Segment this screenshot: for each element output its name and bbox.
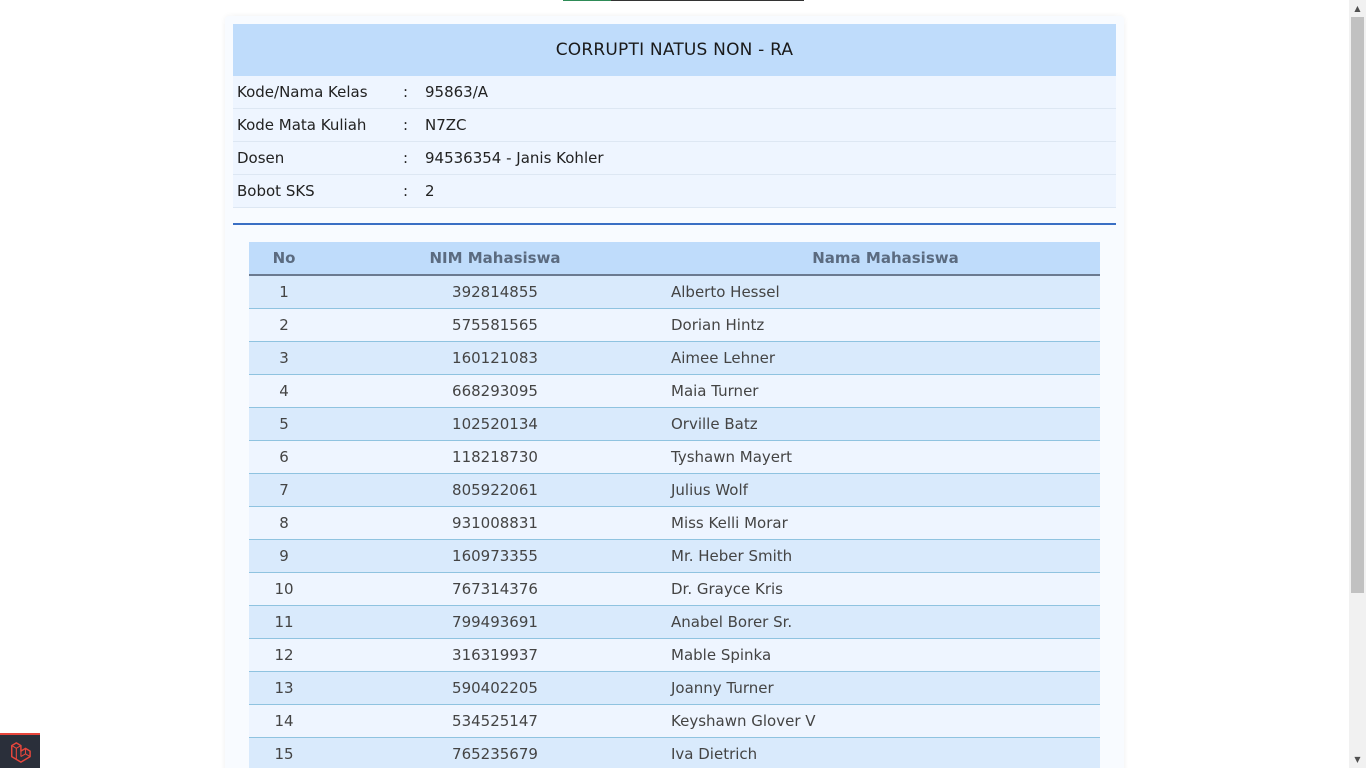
cell-name: Dr. Grayce Kris bbox=[671, 572, 1100, 606]
info-label: Bobot SKS bbox=[237, 182, 315, 200]
cell-no: 11 bbox=[249, 605, 319, 639]
column-header-nim: NIM Mahasiswa bbox=[319, 242, 671, 276]
cell-nim: 160121083 bbox=[319, 341, 671, 375]
table-row: 7 805922061 Julius Wolf bbox=[249, 473, 1100, 507]
table-row: 10 767314376 Dr. Grayce Kris bbox=[249, 572, 1100, 606]
cell-name: Anabel Borer Sr. bbox=[671, 605, 1100, 639]
cell-no: 6 bbox=[249, 440, 319, 474]
cell-nim: 575581565 bbox=[319, 308, 671, 342]
cell-name: Miss Kelli Morar bbox=[671, 506, 1100, 540]
info-row-class-code: Kode/Nama Kelas : 95863/A bbox=[233, 76, 1116, 109]
cell-name: Aimee Lehner bbox=[671, 341, 1100, 375]
table-row: 5 102520134 Orville Batz bbox=[249, 407, 1100, 441]
info-row-lecturer: Dosen : 94536354 - Janis Kohler bbox=[233, 142, 1116, 175]
debugbar-toggle-button[interactable] bbox=[0, 733, 40, 768]
class-info: Kode/Nama Kelas : 95863/A Kode Mata Kuli… bbox=[233, 76, 1116, 208]
vertical-scrollbar[interactable]: ▲ ▼ bbox=[1349, 0, 1366, 768]
student-table-body: 1 392814855 Alberto Hessel 2 575581565 Dorian… bbox=[249, 275, 1100, 768]
info-separator: : bbox=[403, 149, 409, 167]
cell-nim: 392814855 bbox=[319, 275, 671, 309]
info-separator: : bbox=[403, 83, 409, 101]
info-value: 95863/A bbox=[425, 83, 489, 101]
cell-nim: 668293095 bbox=[319, 374, 671, 408]
cell-nim: 534525147 bbox=[319, 704, 671, 738]
table-row: 2 575581565 Dorian Hintz bbox=[249, 308, 1100, 342]
student-table: No NIM Mahasiswa Nama Mahasiswa 1 3928148… bbox=[249, 242, 1100, 768]
cell-name: Iva Dietrich bbox=[671, 737, 1100, 768]
info-separator: : bbox=[403, 116, 409, 134]
table-row: 13 590402205 Joanny Turner bbox=[249, 671, 1100, 705]
chevron-up-icon[interactable]: ▲ bbox=[1349, 0, 1366, 17]
table-row: 14 534525147 Keyshawn Glover V bbox=[249, 704, 1100, 738]
cell-no: 4 bbox=[249, 374, 319, 408]
cell-no: 8 bbox=[249, 506, 319, 540]
cell-name: Joanny Turner bbox=[671, 671, 1100, 705]
table-row: 4 668293095 Maia Turner bbox=[249, 374, 1100, 408]
table-row: 15 765235679 Iva Dietrich bbox=[249, 737, 1100, 768]
cell-nim: 118218730 bbox=[319, 440, 671, 474]
cell-name: Mable Spinka bbox=[671, 638, 1100, 672]
cell-no: 15 bbox=[249, 737, 319, 768]
info-label: Kode Mata Kuliah bbox=[237, 116, 367, 134]
cell-nim: 805922061 bbox=[319, 473, 671, 507]
cell-nim: 160973355 bbox=[319, 539, 671, 573]
cell-nim: 799493691 bbox=[319, 605, 671, 639]
cell-name: Mr. Heber Smith bbox=[671, 539, 1100, 573]
cell-nim: 316319937 bbox=[319, 638, 671, 672]
table-row: 8 931008831 Miss Kelli Morar bbox=[249, 506, 1100, 540]
cell-nim: 765235679 bbox=[319, 737, 671, 768]
chevron-down-icon[interactable]: ▼ bbox=[1349, 751, 1366, 768]
cell-name: Alberto Hessel bbox=[671, 275, 1100, 309]
cell-no: 13 bbox=[249, 671, 319, 705]
info-row-course-code: Kode Mata Kuliah : N7ZC bbox=[233, 109, 1116, 142]
cell-name: Tyshawn Mayert bbox=[671, 440, 1100, 474]
page: CORRUPTI NATUS NON - RA Kode/Nama Kelas … bbox=[0, 0, 1366, 768]
table-row: 9 160973355 Mr. Heber Smith bbox=[249, 539, 1100, 573]
info-value: N7ZC bbox=[425, 116, 467, 134]
cell-nim: 590402205 bbox=[319, 671, 671, 705]
info-row-credits: Bobot SKS : 2 bbox=[233, 175, 1116, 208]
cell-name: Julius Wolf bbox=[671, 473, 1100, 507]
table-row: 3 160121083 Aimee Lehner bbox=[249, 341, 1100, 375]
course-title: CORRUPTI NATUS NON - RA bbox=[233, 24, 1116, 76]
column-header-no: No bbox=[249, 242, 319, 276]
cell-nim: 931008831 bbox=[319, 506, 671, 540]
table-row: 11 799493691 Anabel Borer Sr. bbox=[249, 605, 1100, 639]
cell-no: 7 bbox=[249, 473, 319, 507]
info-label: Dosen bbox=[237, 149, 285, 167]
cell-name: Orville Batz bbox=[671, 407, 1100, 441]
info-value: 94536354 - Janis Kohler bbox=[425, 149, 604, 167]
cell-name: Dorian Hintz bbox=[671, 308, 1100, 342]
cell-name: Keyshawn Glover V bbox=[671, 704, 1100, 738]
table-header-row: No NIM Mahasiswa Nama Mahasiswa bbox=[249, 242, 1100, 276]
table-row: 6 118218730 Tyshawn Mayert bbox=[249, 440, 1100, 474]
loading-progress-fill bbox=[563, 0, 611, 1]
loading-progress-bar bbox=[563, 0, 804, 1]
cell-no: 1 bbox=[249, 275, 319, 309]
cell-nim: 767314376 bbox=[319, 572, 671, 606]
cell-no: 10 bbox=[249, 572, 319, 606]
cell-no: 12 bbox=[249, 638, 319, 672]
cell-no: 14 bbox=[249, 704, 319, 738]
cell-no: 2 bbox=[249, 308, 319, 342]
info-label: Kode/Nama Kelas bbox=[237, 83, 368, 101]
cell-name: Maia Turner bbox=[671, 374, 1100, 408]
cell-nim: 102520134 bbox=[319, 407, 671, 441]
scrollbar-thumb[interactable] bbox=[1351, 17, 1364, 593]
laravel-logo-icon bbox=[11, 741, 31, 763]
cell-no: 9 bbox=[249, 539, 319, 573]
cell-no: 5 bbox=[249, 407, 319, 441]
class-card: CORRUPTI NATUS NON - RA Kode/Nama Kelas … bbox=[225, 16, 1124, 768]
info-value: 2 bbox=[425, 182, 435, 200]
table-row: 1 392814855 Alberto Hessel bbox=[249, 275, 1100, 309]
table-row: 12 316319937 Mable Spinka bbox=[249, 638, 1100, 672]
info-separator: : bbox=[403, 182, 409, 200]
column-header-name: Nama Mahasiswa bbox=[671, 242, 1100, 276]
cell-no: 3 bbox=[249, 341, 319, 375]
section-divider bbox=[233, 223, 1116, 225]
